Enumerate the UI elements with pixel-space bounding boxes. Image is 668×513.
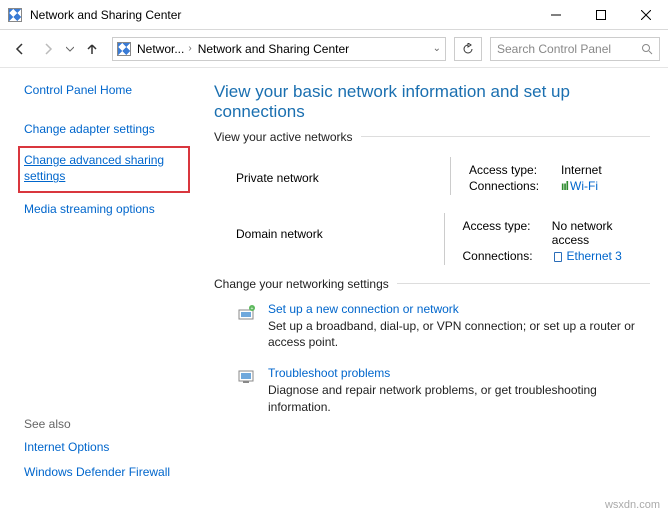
address-bar[interactable]: Networ... › Network and Sharing Center ⌄ bbox=[112, 37, 446, 61]
back-button[interactable] bbox=[8, 37, 32, 61]
network-name: Domain network bbox=[236, 213, 444, 265]
active-networks-legend: View your active networks bbox=[214, 130, 361, 144]
main-panel: View your basic network information and … bbox=[196, 68, 668, 495]
highlighted-sidebar-item: Change advanced sharing settings bbox=[18, 146, 190, 194]
network-row: Private network Access type: Internet Con… bbox=[214, 151, 650, 207]
divider bbox=[450, 157, 451, 195]
see-also-header: See also bbox=[24, 417, 194, 431]
address-dropdown[interactable]: ⌄ bbox=[433, 43, 441, 54]
search-input[interactable]: Search Control Panel bbox=[490, 37, 660, 61]
access-type-value: Internet bbox=[561, 163, 602, 177]
troubleshoot-desc: Diagnose and repair network problems, or… bbox=[268, 382, 650, 414]
breadcrumb-item[interactable]: Networ... bbox=[137, 42, 184, 56]
troubleshoot-icon bbox=[236, 366, 258, 388]
access-type-value: No network access bbox=[552, 219, 650, 247]
sidebar-home[interactable]: Control Panel Home bbox=[24, 82, 194, 99]
forward-button[interactable] bbox=[36, 37, 60, 61]
sidebar-adapter-settings[interactable]: Change adapter settings bbox=[24, 121, 194, 138]
troubleshoot-link[interactable]: Troubleshoot problems bbox=[268, 366, 390, 380]
close-button[interactable] bbox=[623, 0, 668, 29]
sidebar-internet-options[interactable]: Internet Options bbox=[24, 439, 194, 456]
maximize-button[interactable] bbox=[578, 0, 623, 29]
connections-label: Connections: bbox=[462, 249, 548, 263]
setup-connection-link[interactable]: Set up a new connection or network bbox=[268, 302, 459, 316]
search-placeholder: Search Control Panel bbox=[497, 42, 641, 56]
ethernet-icon bbox=[554, 252, 562, 262]
search-icon bbox=[641, 43, 653, 55]
minimize-button[interactable] bbox=[533, 0, 578, 29]
up-button[interactable] bbox=[80, 37, 104, 61]
location-icon bbox=[117, 42, 131, 56]
recent-dropdown[interactable] bbox=[64, 37, 76, 61]
networking-settings-legend: Change your networking settings bbox=[214, 277, 397, 291]
access-type-label: Access type: bbox=[462, 219, 545, 247]
sidebar-advanced-sharing[interactable]: Change advanced sharing settings bbox=[24, 152, 182, 186]
settings-row: Troubleshoot problems Diagnose and repai… bbox=[214, 362, 650, 418]
access-type-label: Access type: bbox=[469, 163, 555, 177]
chevron-right-icon: › bbox=[188, 43, 191, 54]
breadcrumb-item[interactable]: Network and Sharing Center bbox=[198, 42, 349, 56]
connections-label: Connections: bbox=[469, 179, 555, 193]
setup-connection-icon: + bbox=[236, 302, 258, 324]
window-title: Network and Sharing Center bbox=[30, 8, 533, 22]
connection-link[interactable]: Ethernet 3 bbox=[566, 249, 621, 263]
connection-link[interactable]: Wi-Fi bbox=[570, 179, 598, 193]
settings-row: + Set up a new connection or network Set… bbox=[214, 298, 650, 354]
active-networks-group: View your active networks Private networ… bbox=[214, 136, 650, 277]
sidebar: Control Panel Home Change adapter settin… bbox=[0, 68, 196, 495]
page-title: View your basic network information and … bbox=[214, 82, 650, 122]
networking-settings-group: Change your networking settings + Set up… bbox=[214, 283, 650, 419]
network-row: Domain network Access type:No network ac… bbox=[214, 207, 650, 277]
sidebar-media-streaming[interactable]: Media streaming options bbox=[24, 201, 194, 218]
sidebar-firewall[interactable]: Windows Defender Firewall bbox=[24, 464, 194, 481]
watermark: wsxdn.com bbox=[605, 499, 660, 511]
divider bbox=[444, 213, 445, 265]
app-icon bbox=[8, 8, 22, 22]
refresh-button[interactable] bbox=[454, 37, 482, 61]
toolbar: Networ...› Network and Sharing Center ⌄ … bbox=[0, 30, 668, 68]
network-name: Private network bbox=[236, 157, 450, 195]
titlebar: Network and Sharing Center bbox=[0, 0, 668, 30]
svg-text:+: + bbox=[251, 306, 254, 312]
wifi-icon: ııl bbox=[561, 179, 568, 193]
setup-connection-desc: Set up a broadband, dial-up, or VPN conn… bbox=[268, 318, 650, 350]
